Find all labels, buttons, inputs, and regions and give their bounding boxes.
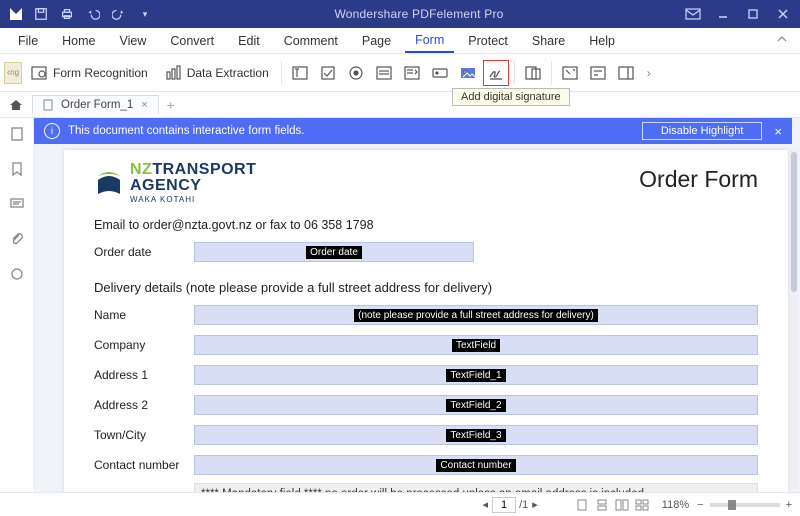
menu-protect[interactable]: Protect [458,30,518,52]
zoom-level: 118% [662,499,689,511]
menu-page[interactable]: Page [352,30,401,52]
document-tab-label: Order Form_1 [61,99,133,111]
menu-file[interactable]: File [8,30,48,52]
field-address2[interactable]: TextField_2 [194,395,758,415]
new-tab-icon[interactable]: + [167,97,175,113]
view-two-cont-icon[interactable] [633,497,651,513]
collapse-ribbon-icon[interactable] [772,29,792,52]
ribbon-scroll-right-icon[interactable]: › [640,62,658,84]
ribbon-scroll-left-icon[interactable]: ‹ng [4,62,22,84]
menu-form[interactable]: Form [405,29,454,53]
checkbox-tool-icon[interactable] [315,60,341,86]
digital-signature-tool-icon[interactable] [483,60,509,86]
label-address2: Address 2 [94,398,194,412]
menu-comment[interactable]: Comment [274,30,348,52]
form-template-icon[interactable] [520,60,546,86]
minimize-icon[interactable] [712,3,734,25]
title-bar: ▾ Wondershare PDFelement Pro [0,0,800,28]
view-two-icon[interactable] [613,497,631,513]
data-extraction-button[interactable]: Data Extraction [156,59,277,87]
menu-help[interactable]: Help [579,30,625,52]
label-town: Town/City [94,428,194,442]
menu-home[interactable]: Home [52,30,105,52]
page-title: Order Form [639,166,758,193]
brand-logo: NZTRANSPORT AGENCY WAKA KOTAHI [94,162,256,204]
field-address1[interactable]: TextField_1 [194,365,758,385]
tooltip: Add digital signature [452,88,570,106]
document-tab[interactable]: Order Form_1 × [32,95,159,114]
text-field-tool-icon[interactable] [287,60,313,86]
email-instruction: Email to order@nzta.govt.nz or fax to 06… [94,218,758,232]
home-tab-icon[interactable] [6,98,26,112]
label-address1: Address 1 [94,368,194,382]
page-input[interactable] [492,497,516,513]
form-recognition-button[interactable]: Form Recognition [22,59,156,87]
search-panel-icon[interactable] [9,266,25,285]
combo-tool-icon[interactable] [371,60,397,86]
field-name[interactable]: (note please provide a full street addre… [194,305,758,325]
close-tab-icon[interactable]: × [141,99,147,111]
highlight-fields-icon[interactable] [557,60,583,86]
disable-highlight-button[interactable]: Disable Highlight [642,122,763,140]
info-icon: i [44,123,60,139]
field-contact[interactable]: Contact number [194,455,758,475]
image-tool-icon[interactable] [455,60,481,86]
thumbnails-icon[interactable] [9,126,25,145]
bookmarks-icon[interactable] [9,161,25,180]
app-logo-icon [6,4,26,24]
menu-view[interactable]: View [110,30,157,52]
undo-icon[interactable] [82,3,104,25]
more-tools-icon[interactable] [613,60,639,86]
mail-icon[interactable] [682,3,704,25]
status-bar: ◂ /1 ▸ 118% − + [0,492,800,516]
menu-edit[interactable]: Edit [228,30,270,52]
maximize-icon[interactable] [742,3,764,25]
label-name: Name [94,308,194,322]
label-company: Company [94,338,194,352]
save-icon[interactable] [30,3,52,25]
next-page-icon[interactable]: ▸ [532,498,538,511]
section-delivery: Delivery details (note please provide a … [94,280,758,295]
form-notice-bar: i This document contains interactive for… [34,118,792,144]
list-tool-icon[interactable] [399,60,425,86]
prev-page-icon[interactable]: ◂ [482,498,488,511]
document-area: i This document contains interactive for… [34,118,800,492]
menu-convert[interactable]: Convert [160,30,224,52]
view-continuous-icon[interactable] [593,497,611,513]
field-company[interactable]: TextField [194,335,758,355]
zoom-out-icon[interactable]: − [697,499,703,511]
left-sidebar [0,118,34,492]
field-town[interactable]: TextField_3 [194,425,758,445]
label-order-date: Order date [94,245,194,259]
radio-tool-icon[interactable] [343,60,369,86]
menu-share[interactable]: Share [522,30,575,52]
page-indicator: /1 [492,497,528,513]
mandatory-note: **** Mandatory field **** no order will … [194,483,758,492]
redo-icon[interactable] [108,3,130,25]
attachments-icon[interactable] [9,231,25,250]
notice-close-icon[interactable]: × [774,124,782,139]
print-icon[interactable] [56,3,78,25]
show-names-icon[interactable] [585,60,611,86]
comments-icon[interactable] [9,196,25,215]
zoom-slider[interactable] [710,503,780,507]
button-tool-icon[interactable] [427,60,453,86]
quick-dropdown-icon[interactable]: ▾ [134,3,156,25]
document-tab-strip: Order Form_1 × + [0,92,800,118]
label-contact: Contact number [94,458,194,472]
menu-bar: File Home View Convert Edit Comment Page… [0,28,800,54]
zoom-in-icon[interactable]: + [786,499,792,511]
close-icon[interactable] [772,3,794,25]
view-single-icon[interactable] [573,497,591,513]
vertical-scrollbar[interactable] [790,148,798,490]
ribbon-toolbar: ‹ng Form Recognition Data Extraction › A… [0,54,800,92]
notice-text: This document contains interactive form … [68,125,305,137]
pdf-page: NZTRANSPORT AGENCY WAKA KOTAHI Order For… [64,150,788,492]
field-order-date[interactable]: Order date [194,242,474,262]
app-title: Wondershare PDFelement Pro [156,7,682,21]
